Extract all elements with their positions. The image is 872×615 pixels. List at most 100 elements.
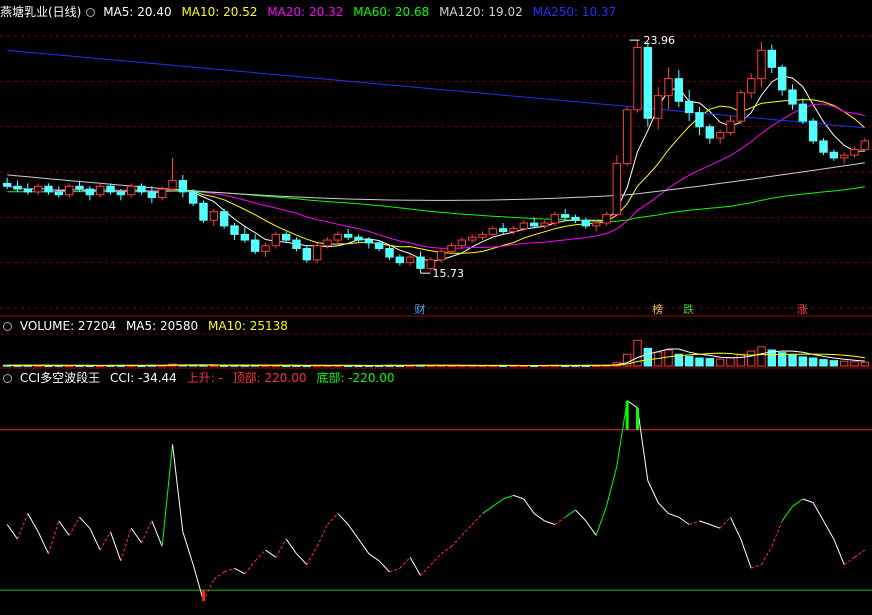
volume-bar — [705, 358, 715, 367]
candle — [230, 223, 239, 241]
candle-body — [674, 78, 684, 102]
cci-line-segment — [182, 531, 194, 565]
volume-bar — [695, 357, 704, 367]
candle — [33, 183, 43, 195]
settings-gear-icon[interactable] — [86, 8, 96, 17]
candle-body — [85, 188, 95, 196]
candle — [385, 245, 394, 260]
cci-rise-label: 上升: - — [186, 371, 223, 385]
ma-line-ma20 — [7, 103, 865, 250]
volume-ma5-line — [7, 348, 865, 366]
volume-bar — [860, 361, 870, 367]
candle-body — [488, 228, 498, 235]
cci-line-segment — [368, 553, 380, 562]
candle-body — [550, 214, 560, 224]
candle — [64, 183, 74, 198]
candle — [209, 208, 219, 226]
candle-body — [343, 233, 353, 238]
cci-line-segment — [306, 546, 318, 565]
ma-line-ma10 — [7, 99, 866, 254]
candle-body — [736, 92, 746, 122]
price-panel-header: 燕塘乳业(日线) MA5: 20.40 MA10: 20.52 MA20: 20… — [0, 5, 622, 19]
candle-body — [126, 185, 136, 196]
candle-body — [374, 242, 384, 250]
stock-chart[interactable]: 23.96 15.73 财 榜 跌 涨 — [0, 0, 872, 615]
candle — [312, 242, 322, 263]
cci-line-segment — [833, 538, 845, 565]
candle-body — [312, 245, 322, 261]
candle — [664, 67, 673, 110]
cci-line-segment — [740, 538, 752, 569]
candle-body — [64, 185, 74, 196]
cci-line-segment — [854, 549, 866, 558]
cci-indicator-name: CCI多空波段王 — [19, 371, 101, 385]
cci-line-segment — [719, 516, 731, 529]
candle-body — [33, 185, 43, 193]
candle — [736, 89, 746, 124]
cci-line-segment — [58, 520, 70, 536]
cci-line-segment — [626, 400, 638, 409]
volume-bar — [726, 356, 735, 367]
candle-body — [664, 78, 673, 97]
cci-line-segment — [254, 549, 266, 562]
candle-body — [602, 214, 611, 224]
volume-ma5-label: MA5: 20580 — [125, 319, 199, 333]
candle — [405, 254, 415, 266]
cci-line-segment — [781, 506, 793, 522]
candle — [581, 217, 591, 229]
cci-line-segment — [843, 556, 855, 566]
candle-body — [653, 95, 663, 119]
cci-top-label: 顶部: 220.00 — [232, 371, 307, 385]
candle-body — [157, 188, 167, 199]
candle-body — [788, 89, 797, 105]
cci-settings-gear-icon[interactable] — [3, 374, 12, 383]
candle — [767, 44, 777, 73]
candle — [354, 234, 363, 243]
cci-line-segment — [451, 535, 463, 547]
candle — [416, 251, 425, 274]
volume-bar — [757, 346, 766, 367]
candle — [2, 177, 12, 190]
cci-line-segment — [812, 502, 824, 522]
ma-line-ma250 — [7, 49, 865, 129]
volume-bar — [788, 354, 797, 367]
cci-line-segment — [79, 516, 91, 529]
candle-body — [364, 239, 374, 244]
cci-line-segment — [492, 498, 504, 507]
cci-line-segment — [327, 513, 339, 525]
candle-body — [95, 185, 105, 196]
cci-line-segment — [554, 516, 566, 525]
candle-body — [612, 163, 622, 216]
candle — [447, 242, 456, 255]
candle-body — [106, 185, 115, 193]
candle — [757, 41, 766, 88]
candle-body — [560, 214, 570, 218]
candle-body — [777, 66, 787, 91]
candle-body — [240, 233, 250, 241]
cci-line-segment — [430, 553, 442, 565]
candle — [819, 138, 828, 156]
cci-line-segment — [761, 546, 773, 565]
volume-settings-gear-icon[interactable] — [3, 322, 12, 331]
stock-name: 燕塘乳业(日线) — [0, 5, 82, 19]
candle-body — [757, 49, 766, 80]
cci-line-segment — [575, 509, 587, 522]
candle-body — [199, 202, 208, 221]
cci-line-segment — [544, 520, 555, 525]
candle — [44, 183, 53, 195]
ma-line-ma120 — [7, 162, 865, 201]
cci-line-segment — [17, 513, 29, 540]
event-marker: 跌 — [683, 302, 694, 316]
candle — [95, 183, 105, 198]
candle — [850, 146, 859, 158]
cci-line-segment — [699, 520, 710, 525]
candle-body — [819, 140, 828, 153]
cci-line-segment — [657, 502, 669, 514]
cci-line-segment — [389, 567, 400, 573]
candle-body — [188, 191, 198, 204]
cci-line-segment — [420, 564, 432, 576]
candle — [715, 129, 725, 144]
cci-line-segment — [48, 520, 60, 554]
cci-line-segment — [637, 407, 649, 481]
candle — [571, 214, 580, 224]
